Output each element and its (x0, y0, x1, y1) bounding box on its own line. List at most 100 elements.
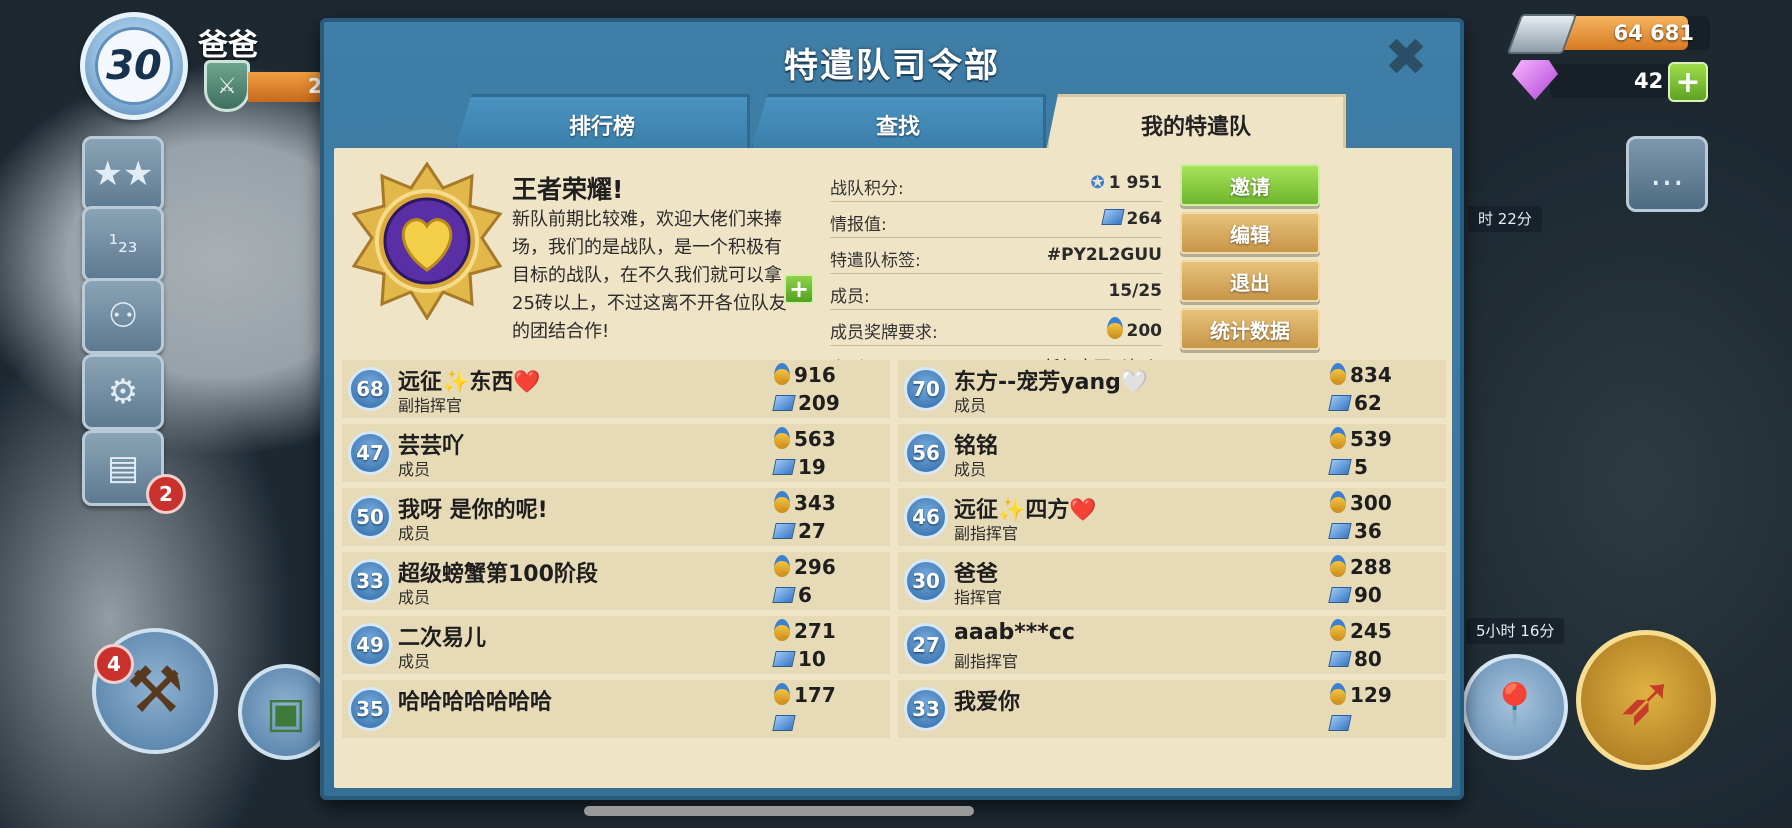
member-level-badge: 50 (348, 495, 392, 539)
member-name: 我爱你 (954, 690, 1021, 715)
star-rating-button[interactable]: ★★ (82, 136, 164, 212)
member-row[interactable]: 30 爸爸 指挥官 288 90 (898, 552, 1446, 610)
member-intel (1328, 711, 1354, 735)
member-intel: 80 (1328, 647, 1382, 671)
invite-button[interactable]: 邀请 (1180, 164, 1320, 206)
tab-search[interactable]: 查找 (750, 94, 1046, 152)
member-medals: 563 (774, 427, 836, 451)
member-row[interactable]: 49 二次易儿 成员 271 10 (342, 616, 890, 674)
intel-icon (772, 715, 796, 731)
member-medals: 288 (1330, 555, 1392, 579)
player-level-badge[interactable]: 30 (80, 12, 188, 120)
panel-title: 特遣队司令部 (784, 46, 1000, 86)
medal-icon (1330, 427, 1346, 449)
member-intel-count: 62 (1354, 391, 1382, 415)
edit-button[interactable]: 编辑 (1180, 212, 1320, 254)
member-row[interactable]: 68 远征✨东西❤️ 副指挥官 916 209 (342, 360, 890, 418)
member-intel: 5 (1328, 455, 1368, 479)
member-row[interactable]: 56 铭铭 成员 539 5 (898, 424, 1446, 482)
team-points-icon: ✪ (1090, 173, 1105, 193)
member-row[interactable]: 70 东方--宠芳yang🤍 成员 834 62 (898, 360, 1446, 418)
member-medals: 539 (1330, 427, 1392, 451)
member-medals: 129 (1330, 683, 1392, 707)
medal-icon (774, 491, 790, 513)
member-row[interactable]: 47 芸芸吖 成员 563 19 (342, 424, 890, 482)
plus-icon: + (788, 275, 810, 303)
member-role: 副指挥官 (954, 524, 1019, 543)
member-row[interactable]: 33 我爱你 129 (898, 680, 1446, 738)
member-name: aaab***cc (954, 620, 1075, 645)
members-value: 15/25 (1108, 281, 1162, 301)
member-role: 副指挥官 (398, 396, 463, 415)
medal-icon (774, 683, 790, 705)
intel-icon (1328, 523, 1352, 539)
team-icon: ⚇ (107, 296, 139, 336)
intel-icon (1328, 651, 1352, 667)
chat-button[interactable]: … (1626, 136, 1708, 212)
member-row[interactable]: 27 aaab***cc 副指挥官 245 80 (898, 616, 1446, 674)
podium-icon: ¹₂₃ (108, 230, 138, 258)
statistics-button[interactable]: 统计数据 (1180, 308, 1320, 350)
map-pin-icon: 📍 (1486, 679, 1544, 734)
tab-leaderboard[interactable]: 排行榜 (454, 94, 750, 152)
member-medals: 271 (774, 619, 836, 643)
leaderboard-button[interactable]: ¹₂₃ (82, 206, 164, 282)
compass-button[interactable]: ➶ (1576, 630, 1716, 770)
building-timer: 5小时 16分 (1466, 618, 1565, 644)
intel-icon (772, 523, 796, 539)
player-name: 爸爸 (198, 28, 258, 63)
rank-shield-icon[interactable]: ⚔ (204, 60, 250, 112)
task-force-button[interactable]: ⚇ (82, 278, 164, 354)
member-medal-count: 245 (1350, 619, 1392, 643)
hammer-icon: ⚒ (126, 654, 184, 728)
member-medals: 296 (774, 555, 836, 579)
close-button[interactable]: ✖ (1380, 28, 1432, 88)
leave-button[interactable]: 退出 (1180, 260, 1320, 302)
player-level: 30 (106, 43, 162, 89)
member-intel: 36 (1328, 519, 1382, 543)
buy-gems-button[interactable]: + (1668, 62, 1708, 102)
intel-icon (1328, 459, 1352, 475)
compass-icon: ➶ (1616, 659, 1676, 741)
stat-team-points: 战队积分: ✪ 1 951 (830, 166, 1162, 202)
add-member-button[interactable]: + (784, 274, 814, 304)
member-row[interactable]: 33 超级螃蟹第100阶段 成员 296 6 (342, 552, 890, 610)
member-intel: 6 (772, 583, 812, 607)
member-medals: 916 (774, 363, 836, 387)
stat-label: 情报值: (830, 215, 887, 235)
team-points-value: 1 951 (1108, 173, 1162, 193)
member-row[interactable]: 46 远征✨四方❤️ 副指挥官 300 36 (898, 488, 1446, 546)
intel-icon (772, 651, 796, 667)
member-row[interactable]: 50 我呀 是你的呢! 成员 343 27 (342, 488, 890, 546)
member-intel: 27 (772, 519, 826, 543)
member-medal-count: 834 (1350, 363, 1392, 387)
member-level-badge: 33 (904, 687, 948, 731)
member-name: 哈哈哈哈哈哈哈 (398, 690, 553, 715)
chat-bubble-icon: … (1650, 154, 1684, 194)
scrollbar[interactable] (584, 806, 974, 816)
settings-button[interactable]: ⚙ (82, 354, 164, 430)
team-stats: 战队积分: ✪ 1 951 情报值: 264 特遣队标签: #PY2L2GUU 成… (830, 166, 1162, 382)
map-button[interactable]: 📍 (1462, 654, 1568, 760)
stat-label: 成员奖牌要求: (830, 323, 938, 343)
member-role: 成员 (398, 460, 431, 479)
intel-value: 264 (1126, 209, 1163, 229)
member-medal-count: 288 (1350, 555, 1392, 579)
member-intel: 209 (772, 391, 840, 415)
member-intel-count: 19 (798, 455, 826, 479)
medal-icon (1330, 555, 1346, 577)
member-level-badge: 46 (904, 495, 948, 539)
tab-bar: 排行榜 查找 我的特遣队 (454, 94, 1346, 152)
member-medals: 343 (774, 491, 836, 515)
member-medal-count: 129 (1350, 683, 1392, 707)
member-medal-count: 296 (794, 555, 836, 579)
tab-my-task-force[interactable]: 我的特遣队 (1046, 94, 1346, 152)
member-medal-count: 177 (794, 683, 836, 707)
member-medals: 300 (1330, 491, 1392, 515)
intel-icon (1100, 209, 1125, 225)
member-intel-count: 209 (798, 391, 840, 415)
member-row[interactable]: 35 哈哈哈哈哈哈哈 177 (342, 680, 890, 738)
intel-icon (772, 587, 796, 603)
stat-members: 成员: 15/25 (830, 274, 1162, 310)
member-level-badge: 30 (904, 559, 948, 603)
